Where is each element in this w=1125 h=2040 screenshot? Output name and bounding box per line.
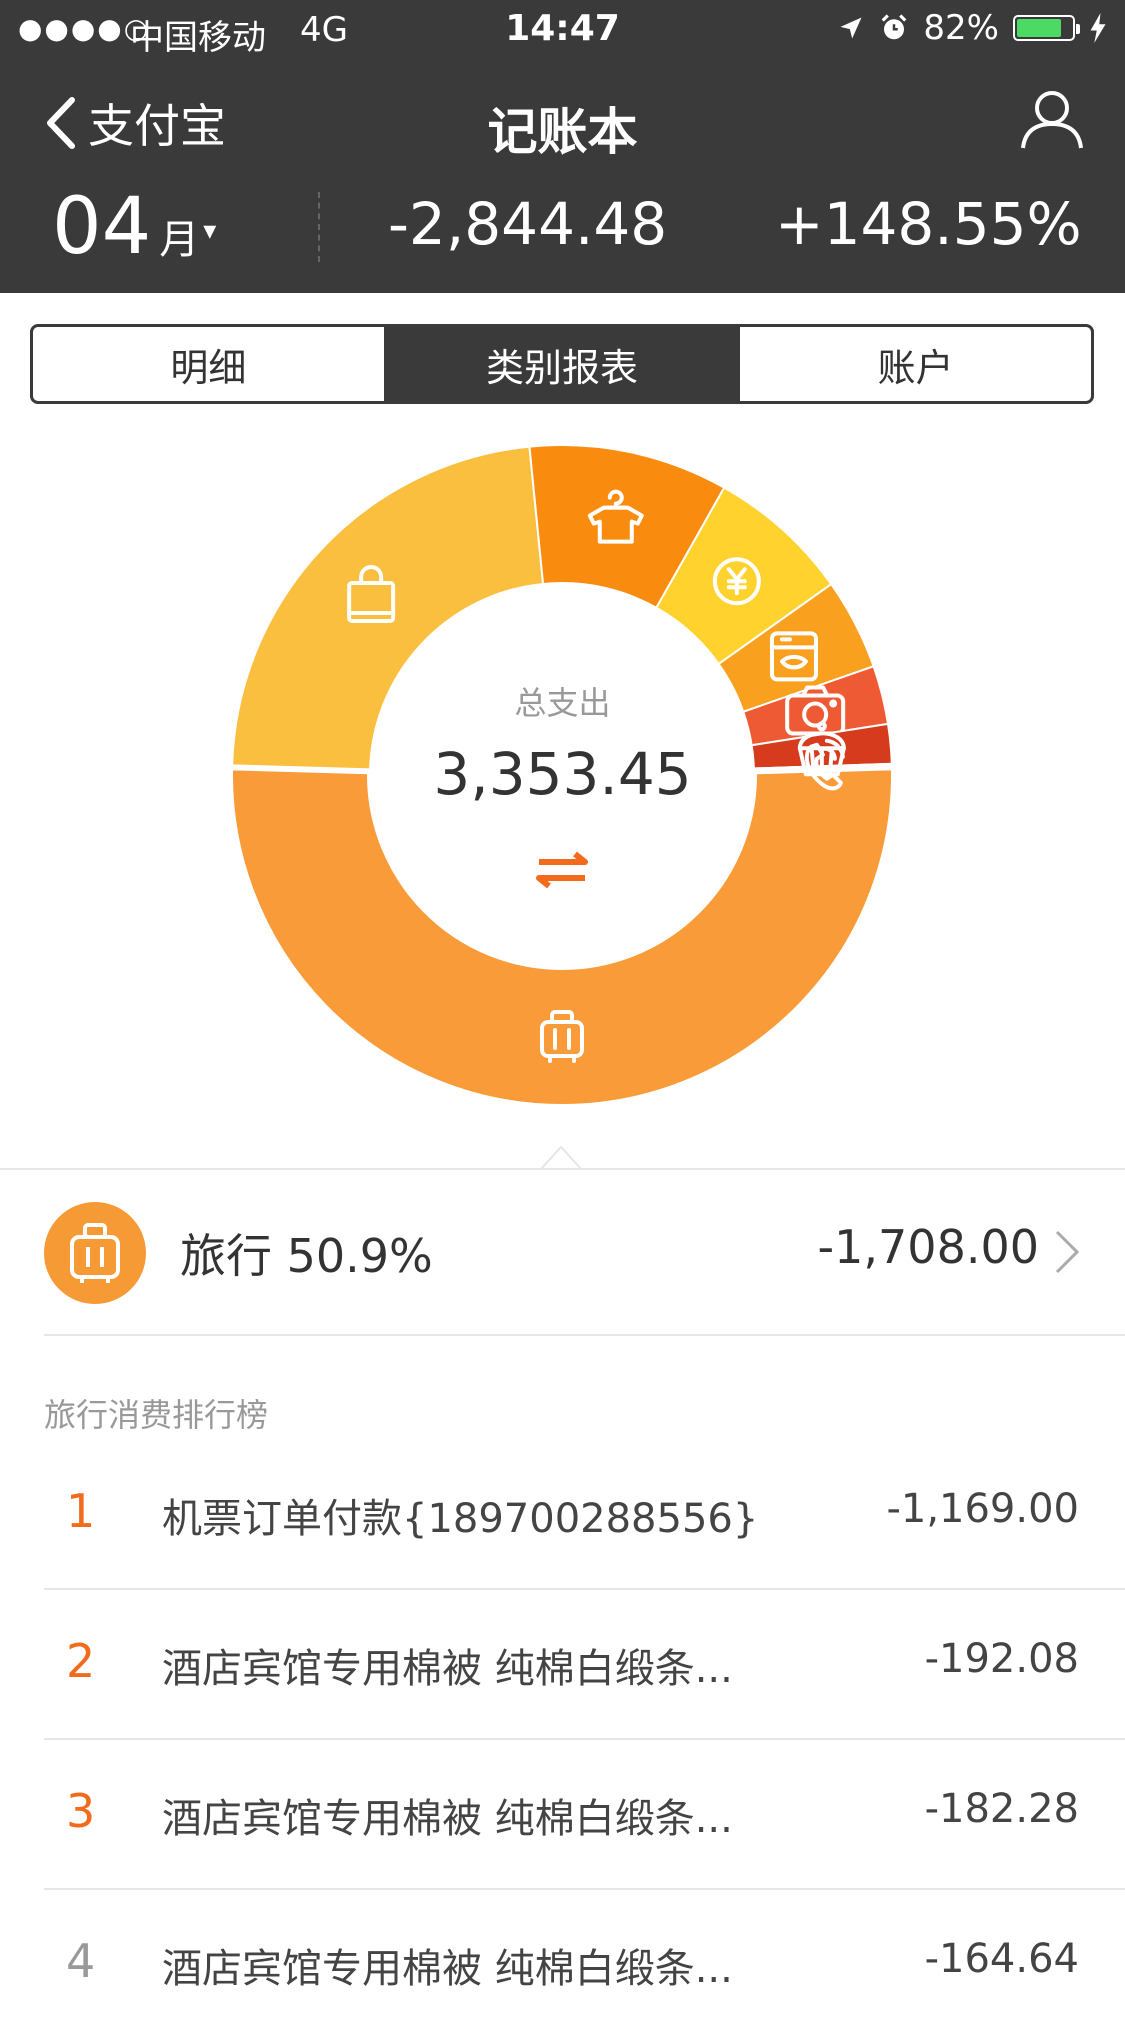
category-donut-chart: 总支出 3,353.45 <box>0 430 1125 1160</box>
selected-category-row[interactable]: 旅行 50.9% -1,708.00 <box>0 1170 1125 1335</box>
tab-category-report[interactable]: 类别报表 <box>383 327 738 401</box>
rank-description: 酒店宾馆专用棉被 纯棉白缎条... <box>162 1946 733 1992</box>
summary-divider <box>318 192 320 262</box>
battery-level <box>1017 19 1062 37</box>
selected-category-name: 旅行 50.9% <box>180 1229 433 1283</box>
header: ●●●●○ 中国移动 4G 14:47 82% 支付宝 记账本 04 月 ▾ -… <box>0 0 1125 293</box>
rank-number: 1 <box>66 1484 96 1538</box>
rank-amount: -164.64 <box>924 1936 1079 1982</box>
page-title: 记账本 <box>487 103 638 161</box>
ranking-item[interactable]: 3 酒店宾馆专用棉被 纯棉白缎条... -182.28 <box>0 1740 1125 1890</box>
month-number: 04 <box>52 182 152 272</box>
rank-number: 2 <box>66 1634 96 1688</box>
month-summary: 04 月 ▾ -2,844.48 +148.55% <box>0 180 1125 280</box>
ranking-title: 旅行消费排行榜 <box>44 1396 269 1434</box>
selected-category-badge <box>44 1202 146 1304</box>
month-change: +148.55% <box>775 190 1082 258</box>
segmented-tabs: 明细 类别报表 账户 <box>30 324 1094 404</box>
alarm-icon <box>882 14 907 40</box>
rank-amount: -1,169.00 <box>886 1486 1079 1532</box>
ranking-item[interactable]: 1 机票订单付款{189700288556} -1,169.00 <box>0 1440 1125 1590</box>
tab-accounts[interactable]: 账户 <box>737 327 1091 401</box>
status-bar: ●●●●○ 中国移动 4G 14:47 82% <box>0 0 1125 64</box>
chevron-right-icon <box>1055 1230 1080 1274</box>
charging-bolt-icon <box>1090 13 1106 43</box>
selection-pointer <box>541 1145 581 1169</box>
ranking-item[interactable]: 2 酒店宾馆专用棉被 纯棉白缎条... -192.08 <box>0 1590 1125 1740</box>
divider <box>44 1334 1125 1336</box>
rank-number: 4 <box>66 1934 96 1988</box>
user-icon[interactable] <box>1019 86 1085 152</box>
total-expense-label: 总支出 <box>514 684 611 722</box>
rank-amount: -192.08 <box>924 1636 1079 1682</box>
status-right: 82% <box>837 8 1107 48</box>
rank-description: 机票订单付款{189700288556} <box>162 1496 759 1542</box>
battery-percent: 82% <box>923 8 999 48</box>
total-expense-value: 3,353.45 <box>433 740 692 808</box>
selected-category-amount: -1,708.00 <box>817 1220 1039 1274</box>
rank-number: 3 <box>66 1784 96 1838</box>
month-selector[interactable]: 04 月 ▾ <box>52 182 216 272</box>
month-balance: -2,844.48 <box>388 190 668 258</box>
month-unit: 月 <box>159 217 200 263</box>
location-arrow-icon <box>840 17 862 39</box>
rank-amount: -182.28 <box>924 1786 1079 1832</box>
swap-icon[interactable] <box>533 850 591 890</box>
battery-icon <box>1013 15 1080 41</box>
tab-details[interactable]: 明细 <box>33 327 384 401</box>
ranking-item[interactable]: 4 酒店宾馆专用棉被 纯棉白缎条... -164.64 <box>0 1890 1125 2040</box>
caret-down-icon: ▾ <box>203 216 217 246</box>
suitcase-icon <box>70 1223 120 1283</box>
rank-description: 酒店宾馆专用棉被 纯棉白缎条... <box>162 1646 733 1692</box>
rank-description: 酒店宾馆专用棉被 纯棉白缎条... <box>162 1796 733 1842</box>
nav-bar: 支付宝 记账本 <box>0 80 1125 170</box>
